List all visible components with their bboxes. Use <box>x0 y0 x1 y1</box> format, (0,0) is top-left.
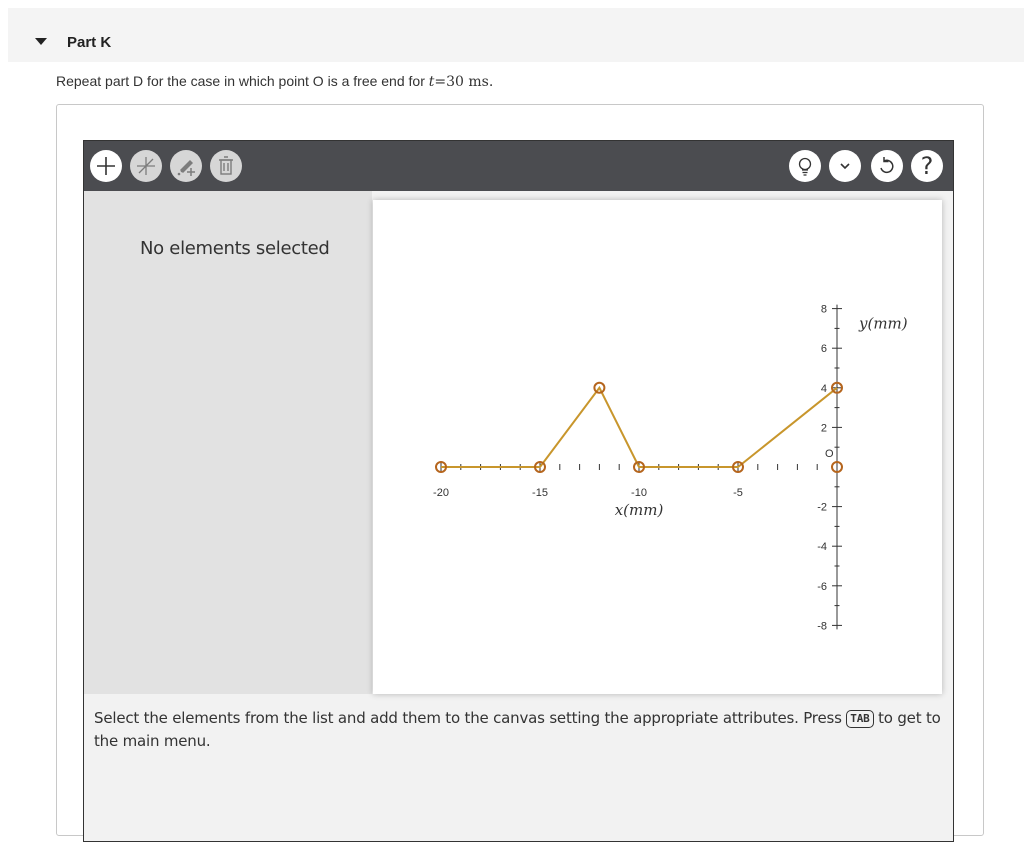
x-axis-title: x(mm) <box>615 501 664 519</box>
hint-button[interactable] <box>789 150 821 182</box>
help-icon: ? <box>920 152 934 180</box>
add-point-icon <box>177 160 195 176</box>
add-button[interactable] <box>90 150 122 182</box>
graph-canvas[interactable]: 8 6 4 2 -2 -4 -6 -8 -20 -15 -10 -5 Ox(mm) y(mm) <box>373 200 942 694</box>
reset-button[interactable] <box>871 150 903 182</box>
part-title: Part K <box>67 34 112 51</box>
y-axis-title: y(mm) <box>858 315 908 333</box>
tab-key: TAB <box>846 710 874 728</box>
element-panel: No elements selected <box>84 191 372 694</box>
instructions-before: Select the elements from the list and ad… <box>94 709 847 727</box>
x-tick-label: -10 <box>631 487 647 499</box>
chevron-down-icon <box>840 163 850 170</box>
question-text-after: =30 ms. <box>434 74 494 90</box>
help-button[interactable]: ? <box>911 150 943 182</box>
hint-icon <box>798 157 812 176</box>
wave-line[interactable] <box>441 385 838 468</box>
toolbar: ? <box>84 141 953 191</box>
y-tick-label: 6 <box>821 343 827 355</box>
question-text: Repeat part D for the case in which poin… <box>56 73 493 90</box>
wave-plot[interactable]: 8 6 4 2 -2 -4 -6 -8 -20 -15 -10 -5 Ox(mm) y(mm) <box>373 200 942 694</box>
y-tick-label: -6 <box>817 581 827 593</box>
draw-line-button[interactable] <box>130 150 162 182</box>
x-tick-label: -20 <box>433 487 449 499</box>
line-icon <box>137 157 155 175</box>
add-point-button[interactable] <box>170 150 202 182</box>
no-elements-message: No elements selected <box>140 238 330 259</box>
delete-button[interactable] <box>210 150 242 182</box>
part-header[interactable]: Part K <box>8 8 1024 62</box>
y-tick-label: 8 <box>821 304 827 316</box>
y-tick-label: -8 <box>817 620 827 632</box>
add-icon <box>97 157 115 175</box>
instructions: Select the elements from the list and ad… <box>94 707 944 753</box>
y-tick-label: 2 <box>821 422 827 434</box>
question-text-before: Repeat part D for the case in which poin… <box>56 73 429 89</box>
collapse-caret-icon[interactable] <box>35 38 47 45</box>
delete-icon <box>219 156 233 175</box>
drawing-tool: ? No elements selected 8 6 4 2 -2 -4 -6 -8 -20 -1… <box>83 140 954 842</box>
reset-icon <box>880 157 894 174</box>
x-tick-label: -15 <box>532 487 548 499</box>
question-math: t=30 ms. <box>429 74 494 90</box>
y-tick-label: 4 <box>821 383 827 395</box>
hint-dropdown-button[interactable] <box>829 150 861 182</box>
x-tick-label: -5 <box>733 487 743 499</box>
y-tick-label: -4 <box>817 541 827 553</box>
origin-label: O <box>825 448 834 460</box>
y-tick-label: -2 <box>817 502 827 514</box>
